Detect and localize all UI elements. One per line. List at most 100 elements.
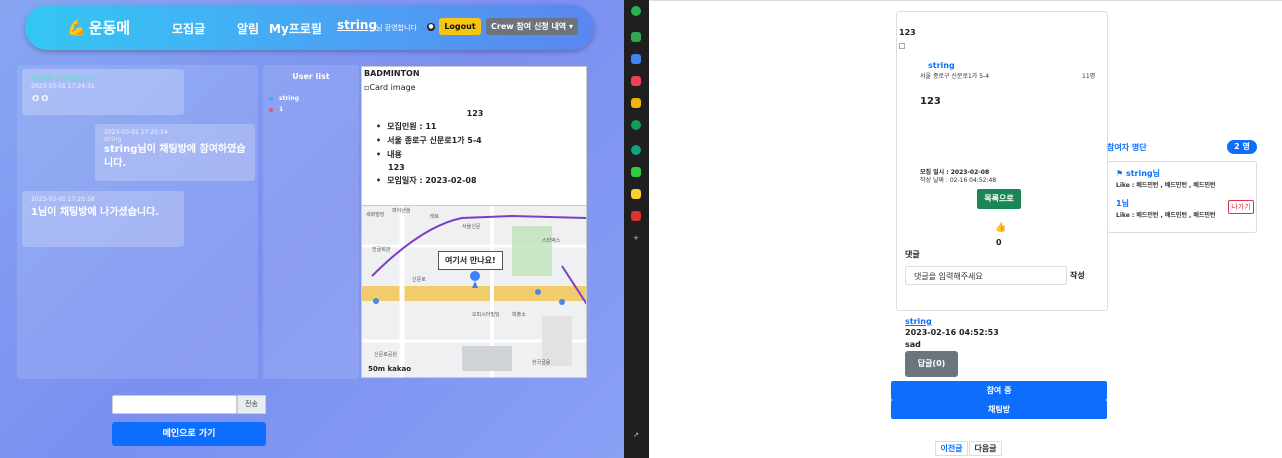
- news-icon[interactable]: [631, 211, 641, 221]
- navbar: 💪 운동메 모집글 알림 My프로필 string 님 환영합니다 ● Logo…: [25, 5, 594, 50]
- leave-button[interactable]: 나가기: [1228, 200, 1254, 214]
- card-content-label: 내용: [376, 149, 482, 160]
- svg-text:서울신문: 서울신문: [462, 223, 481, 230]
- participants-header: 참여자 명단: [1107, 143, 1147, 152]
- crew-dropdown[interactable]: Crew 참여 신청 내역 ▾: [486, 18, 578, 35]
- nav-greeting: 님 환영합니다: [376, 24, 417, 32]
- card-details: 모집인원 : 11 서울 종로구 신문로1가 5-4 내용 123 모임일자 :…: [376, 121, 482, 189]
- send-button[interactable]: 전송: [237, 395, 266, 414]
- participant-like: Like : 배드민턴 , 배드민턴 , 배드민턴: [1116, 212, 1216, 219]
- message-text: string님이 채팅방에 참여하였습니다.: [104, 144, 246, 169]
- arm-icon: 💪: [67, 18, 86, 37]
- chat-message: 채팅방에 참여하셨습니다 2023-03-01 17:24:31 ㅇㅇ: [22, 69, 184, 115]
- post-address: 서울 종로구 신문로1가 5-4: [920, 73, 990, 80]
- user-item[interactable]: 1: [269, 106, 359, 113]
- card-recruit: 모집인원 : 11: [376, 121, 482, 132]
- pocket-icon[interactable]: [631, 76, 641, 86]
- chat-app-pane: 💪 운동메 모집글 알림 My프로필 string 님 환영합니다 ● Logo…: [0, 0, 624, 458]
- map-canvas: 세화빌딩 파이낸셜 테토 서울신문 스타벅스 한글회관 신문로 파출소 신문로공…: [362, 206, 586, 377]
- post-created: 작성 날짜 : 02-16 04:52:48: [920, 177, 997, 184]
- svg-text:세화빌딩: 세화빌딩: [366, 211, 384, 218]
- like-count: 0: [996, 238, 1002, 247]
- nav-username[interactable]: string: [337, 18, 377, 32]
- user-list-title: User list: [292, 72, 330, 81]
- broken-image-icon: [899, 43, 905, 49]
- chat-input[interactable]: [112, 395, 237, 414]
- card-content: 123: [388, 163, 405, 172]
- message-name: string: [104, 136, 122, 143]
- card-title: 123: [466, 109, 484, 118]
- chrome-icon[interactable]: [631, 6, 641, 16]
- message-time: 2023-03-01 17:24:31: [31, 83, 95, 90]
- card-date: 모임일자 : 2023-02-08: [376, 175, 482, 186]
- participant-name[interactable]: ⚑ string님: [1116, 168, 1160, 179]
- svg-text:한국금융: 한국금융: [532, 360, 551, 366]
- list-button[interactable]: 목록으로: [977, 189, 1021, 209]
- nav-profile[interactable]: My프로필: [269, 20, 322, 37]
- star-icon[interactable]: [631, 98, 641, 108]
- plus-icon[interactable]: +: [631, 233, 641, 243]
- chat-icon[interactable]: [631, 167, 641, 177]
- joined-button[interactable]: 참여 중: [891, 381, 1107, 400]
- comment-text: sad: [905, 340, 921, 349]
- card-sport: BADMINTON: [364, 69, 420, 78]
- user-name: string: [279, 95, 300, 102]
- external-icon[interactable]: ↗: [631, 430, 641, 440]
- chatroom-button[interactable]: 채팅방: [891, 400, 1107, 419]
- message-time: 2023-03-01 17:25:54: [104, 129, 168, 136]
- comment-submit-button[interactable]: 작성: [1070, 270, 1085, 281]
- gpt-icon[interactable]: [631, 145, 641, 155]
- mail-icon[interactable]: [631, 54, 641, 64]
- svg-text:스타벅스: 스타벅스: [542, 237, 561, 244]
- svg-text:신문로: 신문로: [412, 276, 426, 283]
- participant-name[interactable]: 1님: [1116, 198, 1129, 209]
- message-text: ㅇㅇ: [31, 94, 50, 105]
- online-dot-icon: [269, 107, 273, 112]
- chat-message: 2023-03-01 17:25:54 string string님이 채팅방에…: [95, 124, 255, 181]
- post-author[interactable]: string: [928, 61, 955, 70]
- prev-post-button[interactable]: 이전글: [935, 441, 968, 456]
- participants-badge: 2 명: [1227, 140, 1257, 154]
- svg-text:테토: 테토: [430, 213, 440, 220]
- edge-icon[interactable]: [631, 120, 641, 130]
- kakao-map[interactable]: 세화빌딩 파이낸셜 테토 서울신문 스타벅스 한글회관 신문로 파출소 신문로공…: [361, 205, 587, 378]
- bell-icon[interactable]: [631, 32, 641, 42]
- note-icon[interactable]: [631, 189, 641, 199]
- logo-text: 운동메: [88, 19, 131, 37]
- post-title: 123: [899, 28, 916, 37]
- card-image: ▫Card image: [364, 83, 416, 92]
- message-time: 2023-03-01 17:25:58: [31, 196, 95, 203]
- online-dot-icon: [269, 96, 273, 101]
- next-post-button[interactable]: 다음글: [969, 441, 1002, 456]
- svg-text:신문로공원: 신문로공원: [374, 351, 397, 358]
- nav-alarm[interactable]: 알림: [237, 20, 259, 37]
- user-list: User list string 1: [263, 65, 359, 379]
- reply-button[interactable]: 답글(0): [905, 351, 958, 377]
- participant-like: Like : 배드민턴 , 배드민턴 , 배드민턴: [1116, 182, 1216, 189]
- post-content: 123: [920, 96, 941, 107]
- go-main-button[interactable]: 메인으로 가기: [112, 422, 266, 446]
- comment-header: 댓글: [905, 250, 920, 259]
- nav-posts[interactable]: 모집글: [172, 20, 205, 37]
- logo[interactable]: 💪 운동메: [67, 17, 130, 38]
- svg-text:한글회관: 한글회관: [372, 246, 391, 253]
- map-brand: kakao: [387, 365, 412, 373]
- status-icon: ●: [427, 23, 435, 31]
- card-image-alt: Card image: [369, 83, 416, 92]
- chat-messages: 채팅방에 참여하셨습니다 2023-03-01 17:24:31 ㅇㅇ 2023…: [17, 65, 258, 379]
- svg-text:오피시아빌딩: 오피시아빌딩: [472, 311, 500, 318]
- message-text: 1님이 채팅방에 나가셨습니다.: [31, 207, 160, 218]
- chat-message: 2023-03-01 17:25:58 1님이 채팅방에 나가셨습니다.: [22, 191, 184, 247]
- comment-author[interactable]: string: [905, 317, 932, 326]
- svg-text:파이낸셜: 파이낸셜: [392, 207, 411, 214]
- comment-input[interactable]: 댓글을 입력해주세요: [905, 266, 1067, 285]
- user-item[interactable]: string: [269, 95, 359, 102]
- browser-sidebar: + ↗: [624, 0, 649, 458]
- meet-here-label: 여기서 만나요!: [438, 251, 503, 270]
- svg-text:파출소: 파출소: [512, 311, 526, 318]
- map-scale: 50m kakao: [368, 365, 411, 373]
- card-address: 서울 종로구 신문로1가 5-4: [376, 135, 482, 146]
- logout-button[interactable]: Logout: [439, 18, 481, 35]
- user-name: 1: [279, 106, 284, 113]
- thumbs-up-icon[interactable]: 👍: [995, 223, 1006, 233]
